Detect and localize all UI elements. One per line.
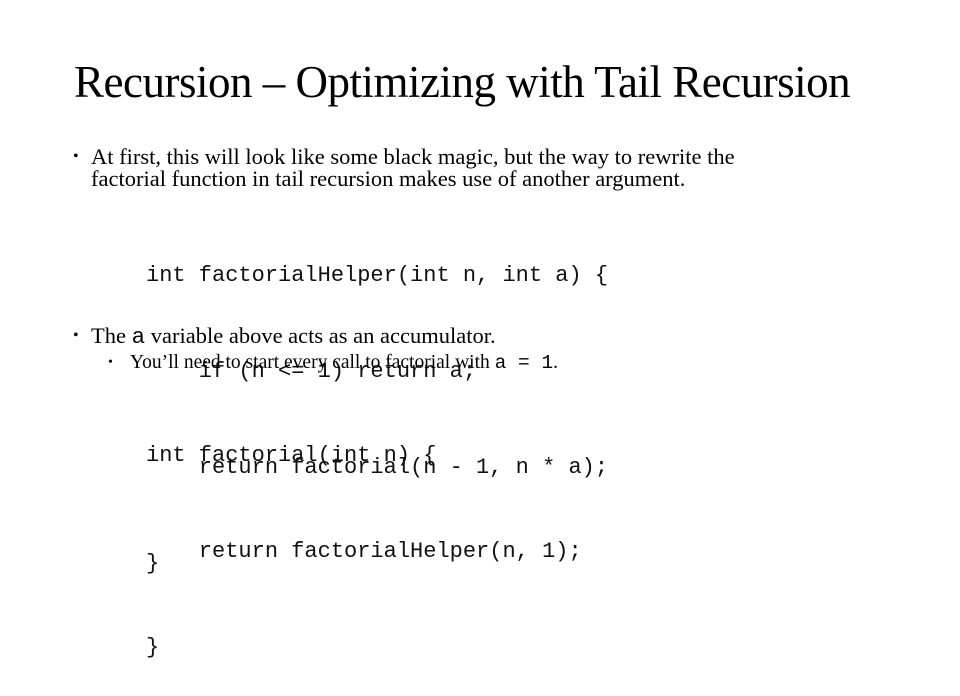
code-line: int factorialHelper(int n, int a) { [146,263,609,288]
text-run: . [553,352,559,373]
bullet-intro-line-2: factorial function in tail recursion mak… [91,166,686,191]
bullet-icon: • [73,148,79,165]
code-block-factorial: int factorial(int n) { return factorialH… [146,376,582,696]
text-run: The [91,323,132,348]
inline-code: a = 1 [494,352,554,374]
bullet-icon: • [108,355,113,370]
sub-bullet-text: You’ll need to start every call to facto… [130,352,558,374]
slide-title: Recursion – Optimizing with Tail Recursi… [74,57,851,107]
bullet-intro-line-1: At first, this will look like some black… [91,144,735,169]
text-run: You’ll need to start every call to facto… [130,352,495,373]
bullet-accumulator-text: The a variable above acts as an accumula… [91,323,496,350]
inline-code: a [131,324,146,350]
text-run: variable above acts as an accumulator. [145,323,496,348]
bullet-icon: • [73,327,79,344]
code-line: } [146,635,160,660]
code-line: return factorialHelper(n, 1); [146,539,582,564]
code-line: int factorial(int n) { [146,443,437,468]
